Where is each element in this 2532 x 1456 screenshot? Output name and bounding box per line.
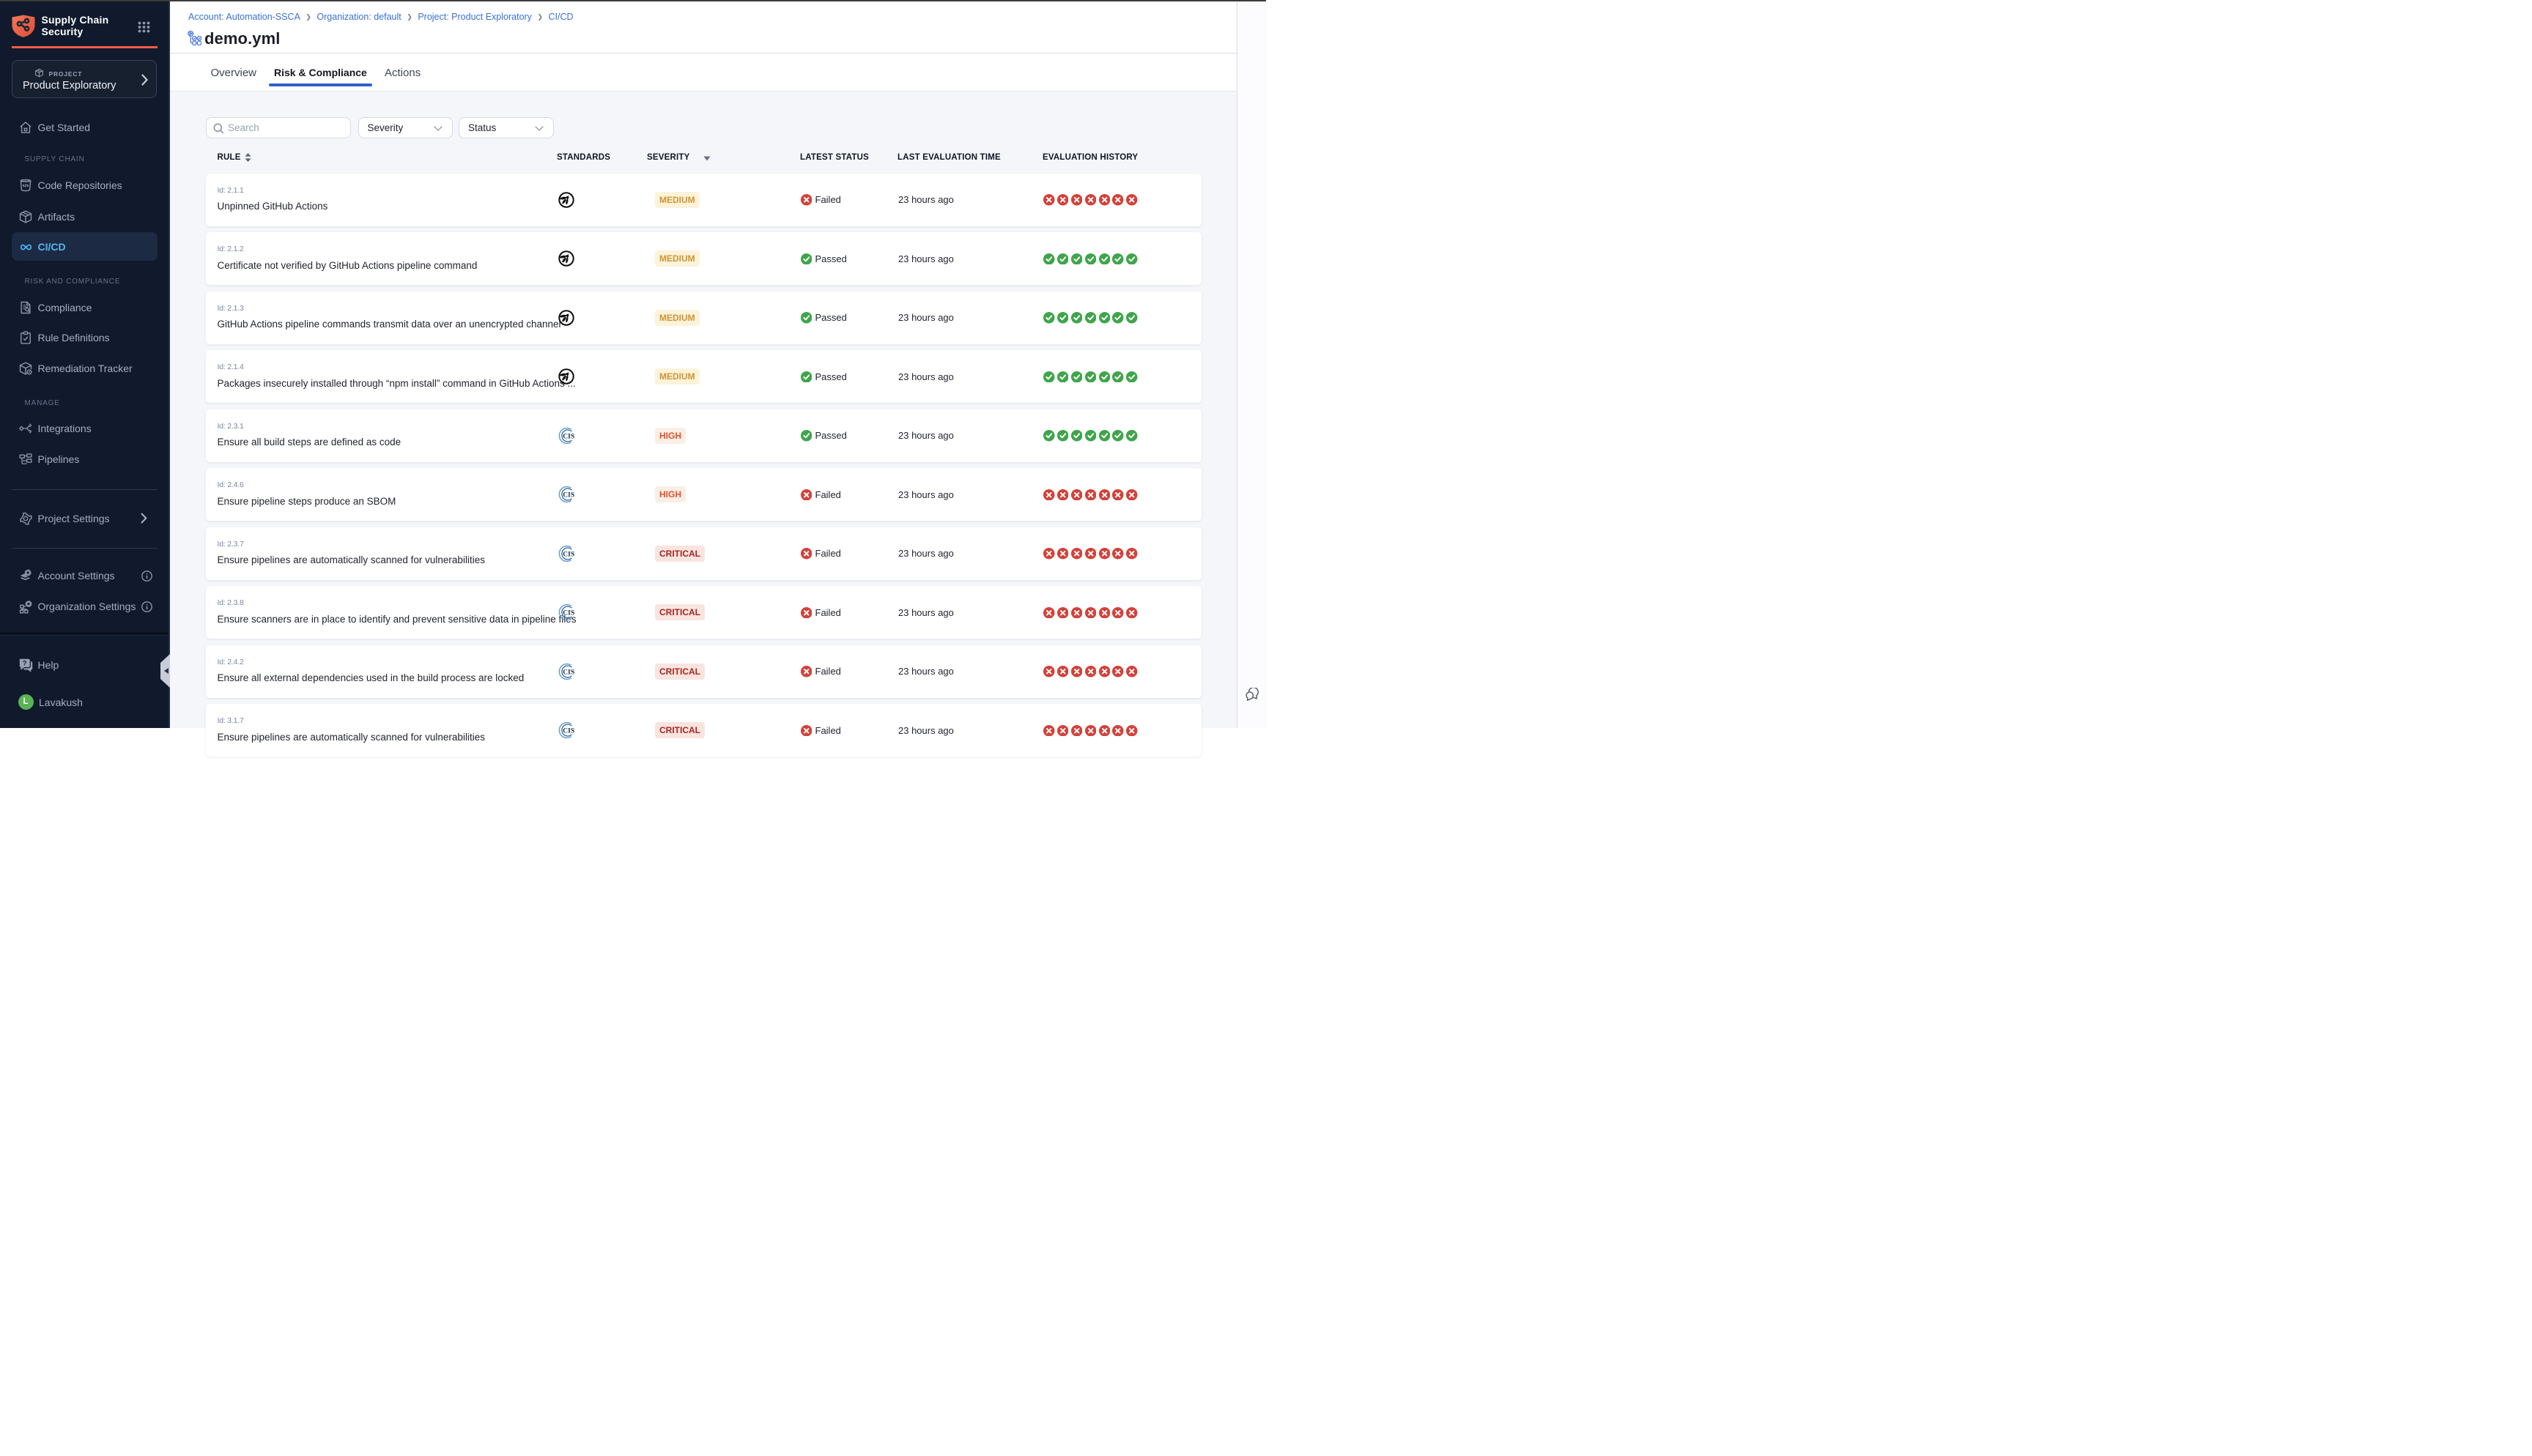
svg-text:CIS: CIS <box>563 551 574 558</box>
svg-text:CIS: CIS <box>563 491 574 499</box>
svg-text:CIS: CIS <box>563 433 574 440</box>
svg-text:CIS: CIS <box>563 669 574 676</box>
svg-text:?: ? <box>23 659 27 667</box>
svg-text:CIS: CIS <box>563 727 574 735</box>
svg-text:CIS: CIS <box>563 609 574 617</box>
